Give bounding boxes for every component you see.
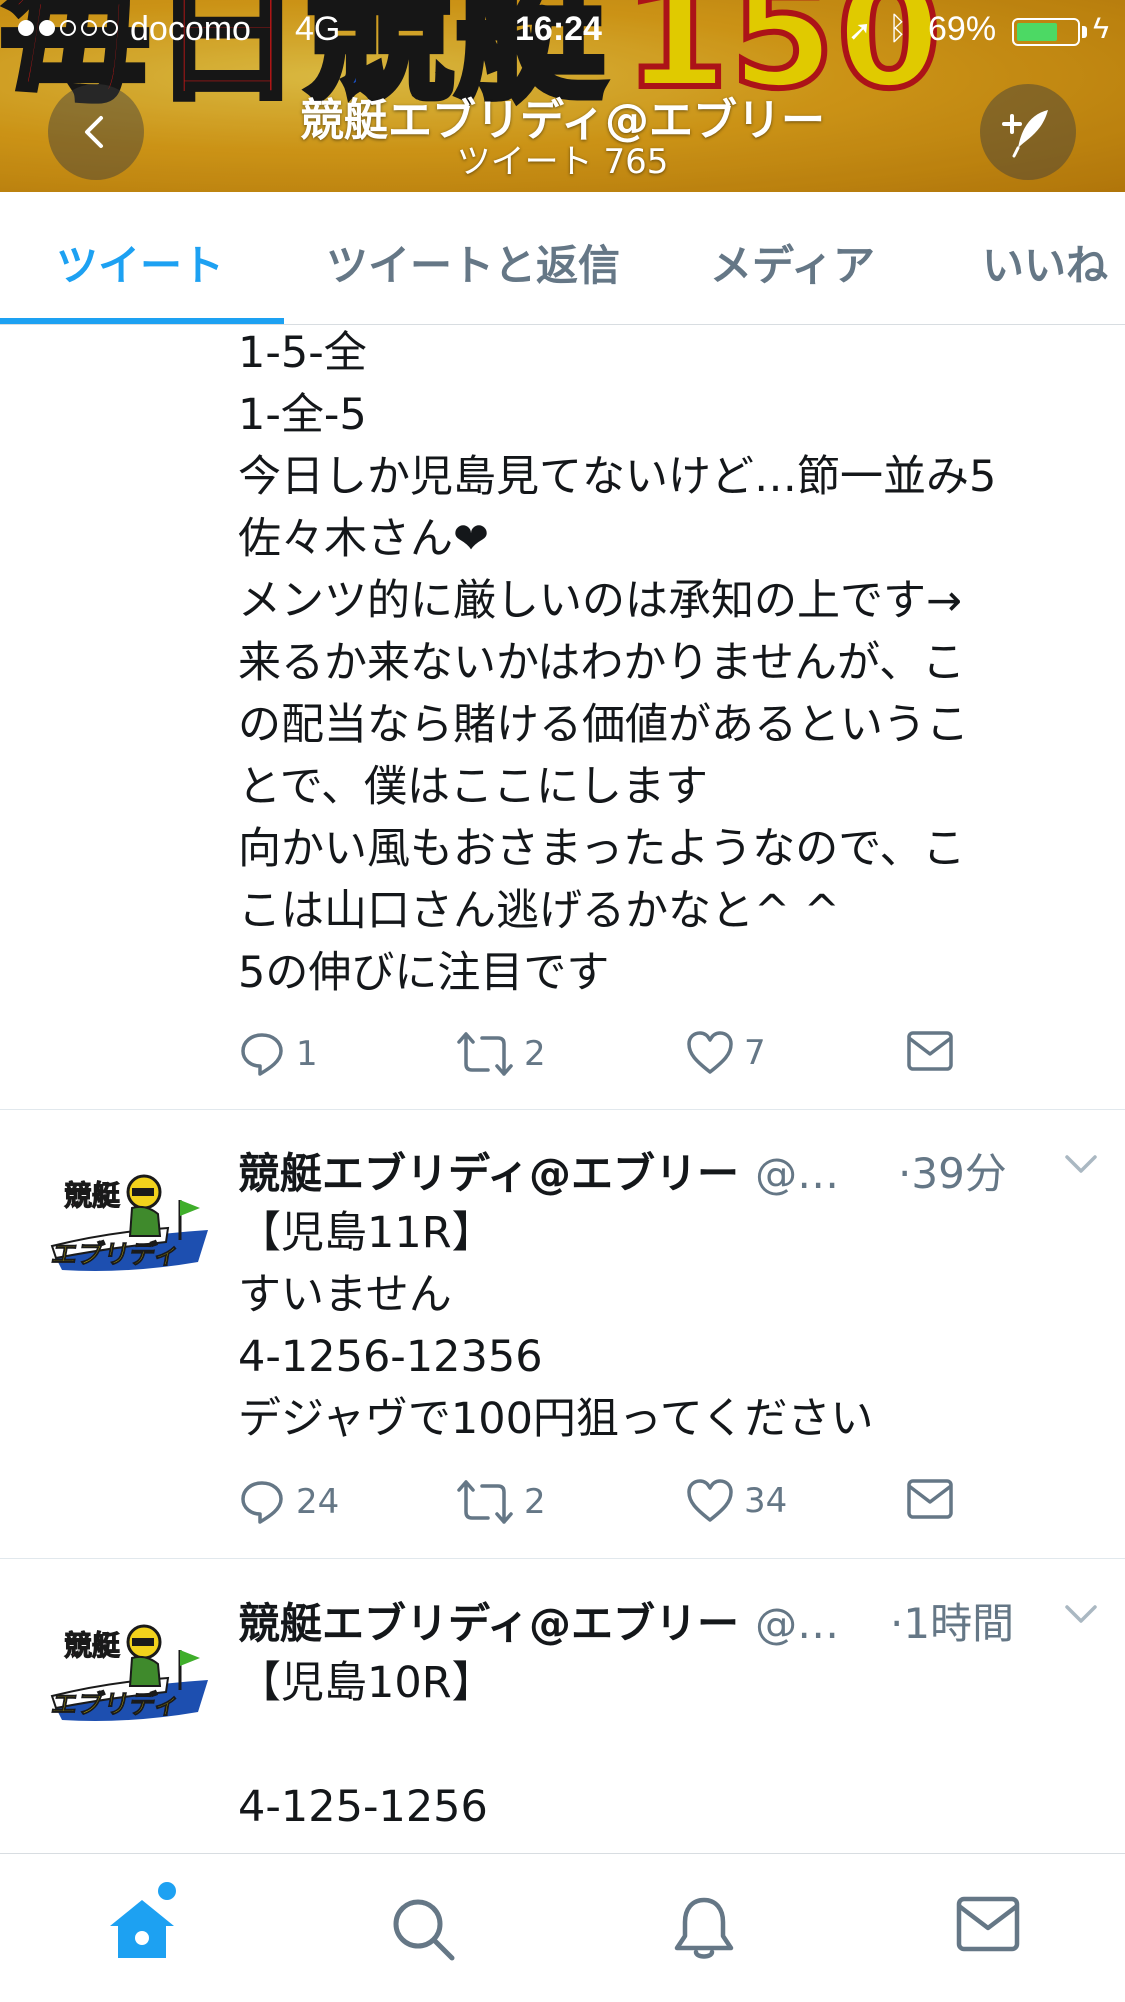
retweet-icon xyxy=(457,1480,513,1524)
tweet-timestamp: ·39分 xyxy=(898,1149,1007,1198)
tab-media[interactable]: メディア xyxy=(710,232,875,293)
tweet-actions: 24 2 34 xyxy=(238,1478,1038,1538)
tweet-text: 【児島10R】 4-125-1256 xyxy=(238,1658,495,1832)
bell-icon xyxy=(674,1897,734,1959)
battery-icon xyxy=(1012,18,1080,46)
network-type: 4G xyxy=(295,10,341,48)
like-button[interactable]: 7 xyxy=(686,1030,766,1076)
compose-feather-icon xyxy=(1002,110,1048,158)
reply-button[interactable]: 1 xyxy=(238,1030,318,1078)
profile-header: 毎日競艇 150 docomo 4G 16:24 ➚ ᛒ 69% ϟ 競艇エブリデ… xyxy=(0,0,1125,192)
signal-strength-icon xyxy=(18,20,118,36)
envelope-icon xyxy=(907,1479,953,1519)
tab-tweets[interactable]: ツイート xyxy=(56,232,224,293)
bottom-tab-bar xyxy=(0,1853,1125,2002)
timeline[interactable]: 1-5-全 1-全-5 今日しか児島見てないけど…節一並み5 佐々木さん❤ メン… xyxy=(0,324,1125,1854)
chevron-down-icon[interactable] xyxy=(1064,1602,1098,1626)
direct-message-button[interactable] xyxy=(906,1478,954,1520)
like-button[interactable]: 34 xyxy=(686,1478,787,1524)
envelope-icon xyxy=(907,1031,953,1071)
tweet-divider xyxy=(0,1558,1125,1559)
profile-tabs: ツイート ツイートと返信 メディア いいね xyxy=(0,192,1125,325)
nav-messages[interactable] xyxy=(956,1896,1020,1956)
bluetooth-icon: ᛒ xyxy=(888,10,908,46)
author-handle[interactable]: @… xyxy=(755,1599,839,1648)
tweet-divider xyxy=(0,1109,1125,1110)
tweet-actions: 1 2 7 xyxy=(238,1030,1038,1090)
nav-notifications[interactable] xyxy=(672,1896,736,1966)
reply-icon xyxy=(241,1033,283,1076)
retweet-button[interactable]: 2 xyxy=(456,1478,546,1526)
tab-likes[interactable]: いいね xyxy=(982,232,1108,293)
heart-icon xyxy=(687,1479,733,1522)
charging-icon: ϟ xyxy=(1093,12,1109,45)
author-name[interactable]: 競艇エブリディ@エブリー xyxy=(238,1149,739,1198)
reply-icon xyxy=(241,1481,283,1524)
search-icon xyxy=(393,1899,455,1961)
battery-percent: 69% xyxy=(928,10,997,48)
compose-tweet-button[interactable] xyxy=(980,84,1076,180)
chevron-down-icon[interactable] xyxy=(1064,1152,1098,1176)
avatar[interactable]: 競艇 エブリディ xyxy=(48,1170,214,1280)
mail-icon xyxy=(956,1896,1020,1952)
status-bar: docomo 4G 16:24 ➚ ᛒ 69% ϟ xyxy=(0,0,1125,60)
tweet-text: 1-5-全 1-全-5 今日しか児島見てないけど…節一並み5 佐々木さん❤ メン… xyxy=(238,328,997,998)
author-handle[interactable]: @… xyxy=(755,1149,839,1198)
nav-search[interactable] xyxy=(390,1896,456,1966)
home-icon xyxy=(110,1900,174,1958)
notification-dot xyxy=(158,1882,176,1900)
nav-home[interactable] xyxy=(106,1896,178,1966)
retweet-button[interactable]: 2 xyxy=(456,1030,546,1078)
carrier-label: docomo xyxy=(130,10,251,48)
reply-button[interactable]: 24 xyxy=(238,1478,339,1526)
tab-tweets-and-replies[interactable]: ツイートと返信 xyxy=(326,232,620,293)
retweet-icon xyxy=(457,1032,513,1076)
clock: 16:24 xyxy=(515,10,602,48)
tweet-text: 【児島11R】 すいません 4-1256-12356 デジャヴで100円狙ってく… xyxy=(238,1208,874,1444)
tweet-count: ツイート 765 xyxy=(456,142,669,182)
tweet-header: 競艇エブリディ@エブリー @… ·39分 xyxy=(238,1140,1098,1200)
heart-icon xyxy=(687,1031,733,1074)
avatar[interactable]: 競艇 エブリディ xyxy=(48,1620,214,1730)
direct-message-button[interactable] xyxy=(906,1030,954,1072)
tweet-timestamp: ·1時間 xyxy=(890,1599,1015,1648)
location-icon: ➚ xyxy=(848,15,872,46)
author-name[interactable]: 競艇エブリディ@エブリー xyxy=(238,1599,739,1648)
tweet-header: 競艇エブリディ@エブリー @… ·1時間 xyxy=(238,1590,1098,1650)
